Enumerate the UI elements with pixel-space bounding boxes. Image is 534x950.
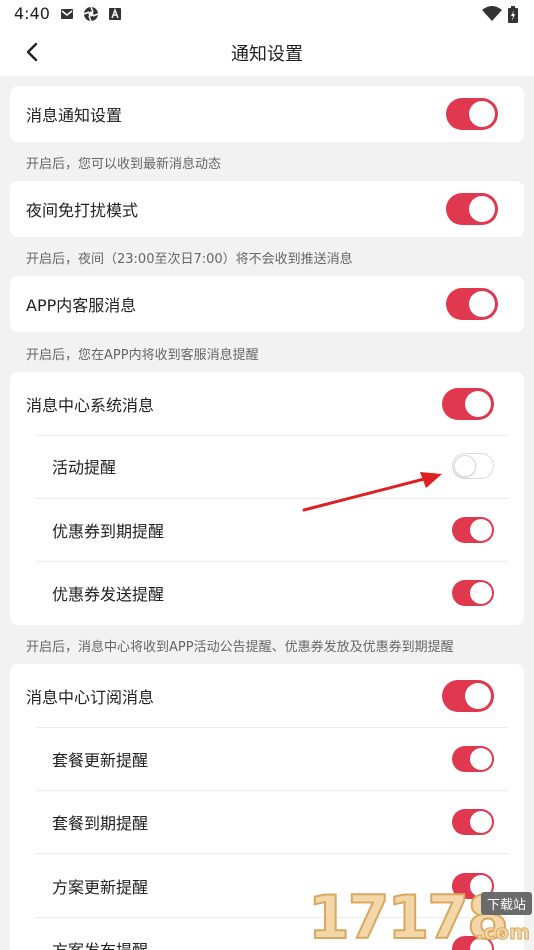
app-service-label: APP内客服消息	[26, 296, 137, 315]
watermark-logo: 17178 下载站 .com	[307, 884, 534, 950]
message-notify-card: 消息通知设置	[10, 86, 524, 142]
sub-item-label: 方案更新提醒	[52, 878, 149, 897]
coupon-expire-toggle[interactable]	[452, 517, 494, 543]
sub-item-label: 优惠券到期提醒	[52, 522, 165, 541]
message-notify-toggle[interactable]	[446, 98, 498, 130]
status-time: 4:40	[14, 4, 50, 23]
system-messages-row: 消息中心系统消息	[10, 376, 524, 432]
system-messages-toggle[interactable]	[442, 388, 494, 420]
system-messages-label: 消息中心系统消息	[26, 396, 155, 415]
status-bar: 4:40	[0, 0, 534, 28]
night-mode-label: 夜间免打扰模式	[26, 201, 139, 220]
battery-icon	[508, 6, 518, 27]
sub-item-label: 优惠券发送提醒	[52, 585, 165, 604]
coupon-send-toggle[interactable]	[452, 580, 494, 606]
message-notify-row: 消息通知设置	[10, 86, 524, 142]
night-mode-hint: 开启后，夜间（23:00至次日7:00）将不会收到推送消息	[26, 252, 353, 267]
divider	[36, 727, 508, 728]
annotation-arrow-icon	[302, 472, 442, 512]
activity-reminder-toggle[interactable]	[452, 453, 494, 479]
watermark-badge: 下载站	[480, 892, 532, 915]
a-letter-icon	[108, 6, 123, 21]
divider	[36, 435, 508, 436]
watermark-domain: .com	[475, 920, 530, 945]
app-service-hint: 开启后，您在APP内将收到客服消息提醒	[26, 348, 259, 363]
package-update-toggle[interactable]	[452, 746, 494, 772]
app-service-row: APP内客服消息	[10, 276, 524, 332]
message-notify-label: 消息通知设置	[26, 106, 123, 125]
sub-item-package-update: 套餐更新提醒	[10, 731, 524, 787]
divider	[36, 561, 508, 562]
subscription-messages-toggle[interactable]	[442, 680, 494, 712]
subscription-messages-row: 消息中心订阅消息	[10, 668, 524, 724]
sub-item-label: 套餐更新提醒	[52, 751, 149, 770]
subscription-messages-label: 消息中心订阅消息	[26, 688, 155, 707]
sub-item-coupon-send: 优惠券发送提醒	[10, 565, 524, 621]
message-notify-hint: 开启后，您可以收到最新消息动态	[26, 157, 222, 172]
app-icon	[83, 6, 99, 22]
app-service-toggle[interactable]	[446, 288, 498, 320]
header: 通知设置	[0, 28, 534, 76]
sub-item-label: 方案发布提醒	[52, 937, 148, 950]
system-messages-hint: 开启后，消息中心将收到APP活动公告提醒、优惠券发放及优惠券到期提醒	[26, 640, 454, 655]
divider	[36, 790, 508, 791]
sub-item-label: 活动提醒	[52, 458, 117, 477]
night-mode-toggle[interactable]	[446, 193, 498, 225]
night-mode-row: 夜间免打扰模式	[10, 181, 524, 237]
app-service-card: APP内客服消息	[10, 276, 524, 332]
package-expire-toggle[interactable]	[452, 809, 494, 835]
sub-item-label: 套餐到期提醒	[52, 814, 149, 833]
night-mode-card: 夜间免打扰模式	[10, 181, 524, 237]
mail-icon	[60, 6, 75, 21]
page-title: 通知设置	[231, 44, 303, 65]
sub-item-package-expire: 套餐到期提醒	[10, 794, 524, 850]
divider	[36, 853, 508, 854]
wifi-icon	[482, 6, 502, 26]
